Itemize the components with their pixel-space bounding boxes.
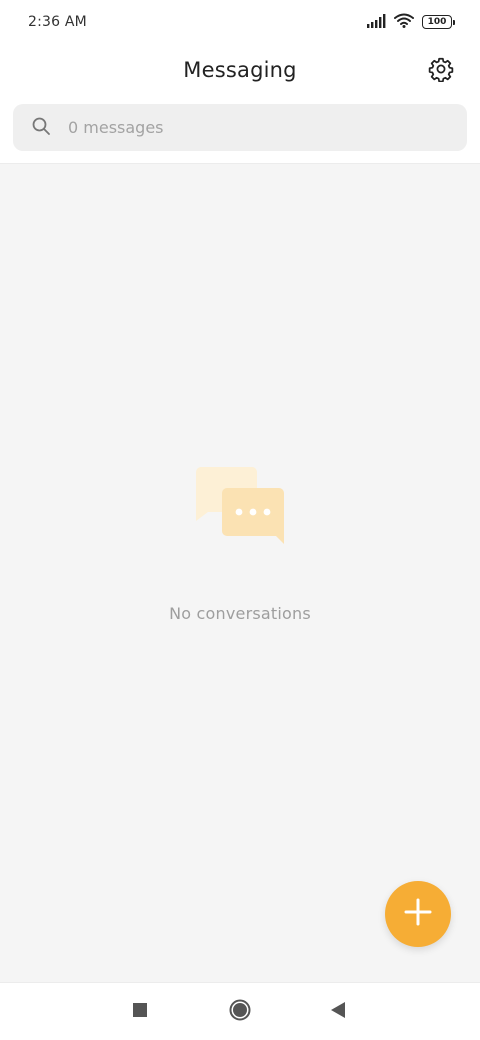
chat-bubbles-icon bbox=[194, 465, 286, 549]
recents-button[interactable] bbox=[110, 983, 170, 1040]
home-button[interactable] bbox=[210, 983, 270, 1040]
recents-icon bbox=[132, 1002, 148, 1022]
search-bar[interactable] bbox=[13, 104, 467, 151]
back-icon bbox=[329, 1001, 347, 1023]
page-title: Messaging bbox=[183, 58, 297, 82]
settings-button[interactable] bbox=[426, 56, 456, 86]
gear-icon bbox=[428, 56, 454, 86]
search-input[interactable] bbox=[68, 118, 428, 137]
status-icons: 100 bbox=[366, 13, 455, 32]
battery-icon: 100 bbox=[422, 15, 455, 29]
search-icon bbox=[31, 116, 51, 140]
battery-level: 100 bbox=[427, 16, 447, 27]
new-conversation-button[interactable] bbox=[385, 881, 451, 947]
signal-icon bbox=[366, 13, 386, 32]
status-bar: 2:36 AM 100 bbox=[0, 0, 480, 44]
back-button[interactable] bbox=[308, 983, 368, 1040]
system-nav-bar bbox=[0, 982, 480, 1040]
wifi-icon bbox=[394, 13, 414, 32]
plus-icon bbox=[404, 898, 432, 930]
status-time: 2:36 AM bbox=[28, 14, 87, 30]
empty-state-text: No conversations bbox=[169, 604, 311, 623]
messaging-screen: 2:36 AM 100 Messaging 0 messages No conv… bbox=[0, 0, 480, 1040]
app-header: Messaging bbox=[0, 44, 480, 96]
home-icon bbox=[228, 998, 252, 1026]
conversation-list: No conversations bbox=[0, 164, 480, 982]
